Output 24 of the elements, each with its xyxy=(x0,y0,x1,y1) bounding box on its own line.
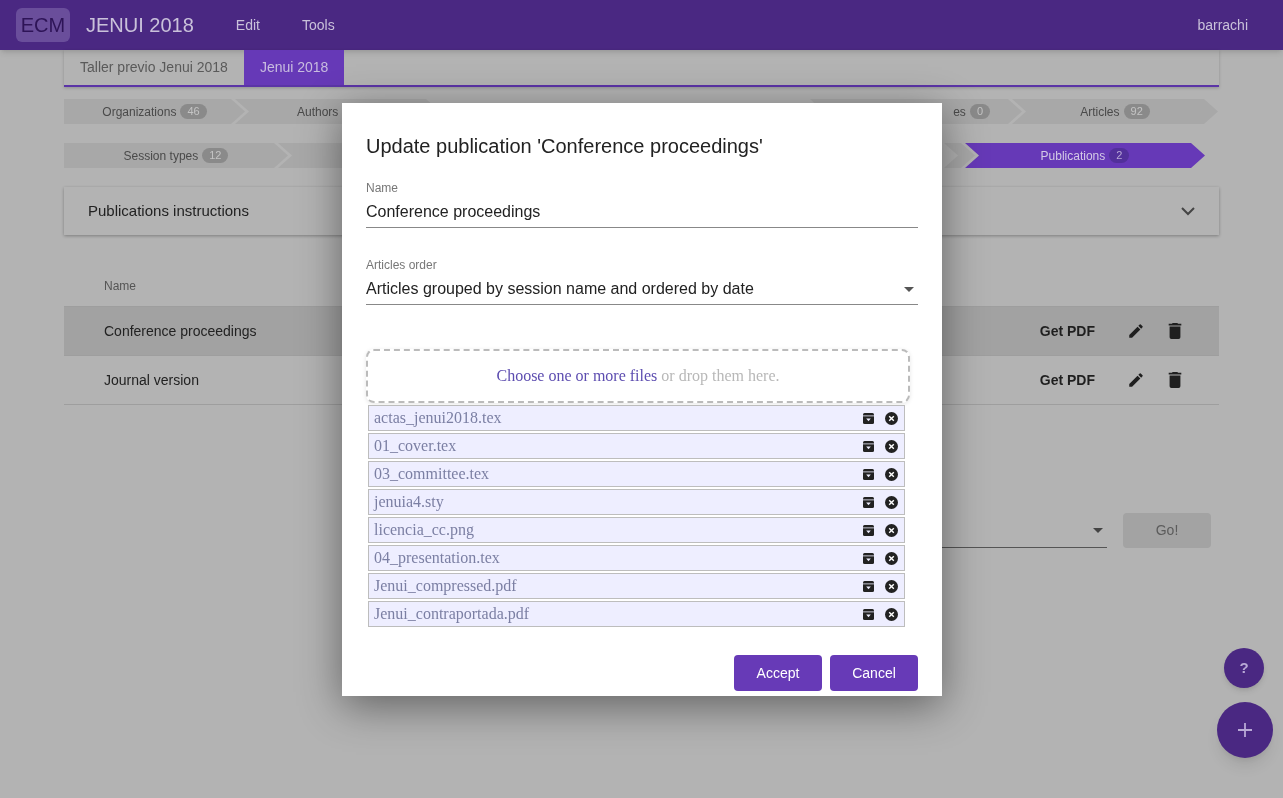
count-badge: 12 xyxy=(202,148,229,163)
file-name: 03_committee.tex xyxy=(374,464,491,484)
field-label: Articles order xyxy=(366,257,438,274)
dropzone-text: Choose one or more files or drop them here. xyxy=(496,366,780,387)
file-name: actas_jenui2018.tex xyxy=(374,408,503,429)
file-name: jenuia4.sty xyxy=(374,492,445,513)
table-cell-text: Journal version xyxy=(104,370,199,390)
field-value: Articles grouped by session name and ordered by date xyxy=(366,279,755,299)
file-name: licencia_cc.png xyxy=(374,520,475,541)
count-badge: 46 xyxy=(180,104,207,119)
file-name: 04_presentation.tex xyxy=(374,548,501,569)
field-label: Name xyxy=(366,180,399,197)
panel-title: Publications instructions xyxy=(88,200,249,221)
column-header: Name xyxy=(104,278,136,295)
file-name: Jenui_contraportada.pdf xyxy=(374,604,531,625)
count-badge: 92 xyxy=(1123,104,1150,119)
file-name: Jenui_compressed.pdf xyxy=(374,576,518,597)
dialog-title: Update publication 'Conference proceedings' xyxy=(366,134,763,159)
app-title: JENUI 2018 xyxy=(86,13,194,38)
file-name: 01_cover.tex xyxy=(374,436,458,456)
count-badge: 2 xyxy=(1109,148,1130,163)
app-logo: ECM xyxy=(16,8,70,42)
field-value: Conference proceedings xyxy=(366,202,542,222)
table-cell-text: Conference proceedings xyxy=(104,321,257,341)
